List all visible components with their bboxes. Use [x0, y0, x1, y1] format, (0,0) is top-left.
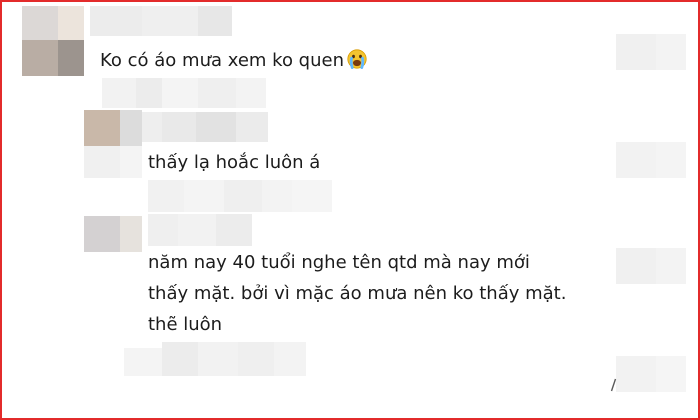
reply-2-text: năm nay 40 tuổi nghe tên qtd mà nay mới t…: [148, 247, 566, 340]
cursor-fragment-icon: [610, 378, 618, 392]
screenshot-frame: Ko có áo mưa xem ko quen thấy lạ hoắc lu…: [0, 0, 700, 420]
reply-2-line-2: thấy mặt. bởi vì mặc áo mưa nên ko thấy …: [148, 283, 567, 304]
comment-1-text: Ko có áo mưa xem ko quen: [100, 45, 367, 76]
crying-face-icon: [347, 48, 367, 69]
reply-2-line-3: thẽ luôn: [148, 314, 223, 335]
reply-2-line-1: năm nay 40 tuổi nghe tên qtd mà nay mới: [148, 252, 530, 273]
reply-1-text: thấy lạ hoắc luôn á: [148, 152, 321, 173]
